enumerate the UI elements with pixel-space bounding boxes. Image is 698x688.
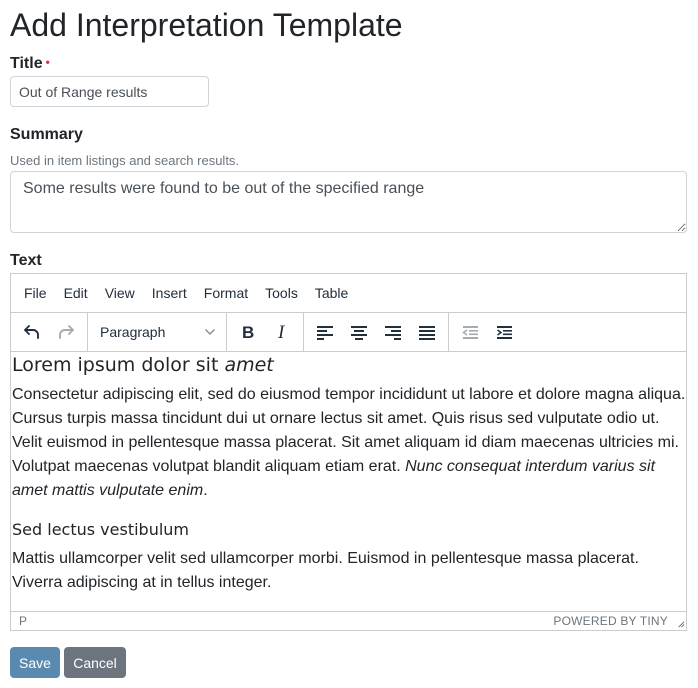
align-justify-icon — [419, 326, 435, 340]
align-left-icon — [317, 326, 333, 340]
redo-button[interactable] — [49, 315, 83, 349]
summary-label: Summary — [10, 126, 83, 143]
menu-view[interactable]: View — [96, 285, 143, 301]
redo-icon — [59, 325, 74, 339]
outdent-button[interactable] — [453, 315, 487, 349]
cancel-button[interactable]: Cancel — [64, 647, 126, 678]
content-paragraph-1-end: . — [203, 482, 208, 499]
element-path[interactable]: P — [19, 614, 27, 628]
svg-text:I: I — [277, 322, 286, 342]
title-label: Title • — [10, 55, 50, 73]
editor-toolbar: Paragraph B I — [11, 313, 686, 352]
menu-file[interactable]: File — [15, 285, 55, 301]
undo-icon — [24, 325, 39, 339]
bold-button[interactable]: B — [231, 315, 265, 349]
block-format-group: Paragraph — [88, 313, 227, 351]
svg-text:B: B — [242, 323, 254, 342]
formatting-group: B I — [227, 313, 304, 351]
align-right-button[interactable] — [376, 315, 410, 349]
align-right-icon — [385, 326, 401, 340]
block-format-select[interactable]: Paragraph — [92, 315, 222, 349]
page-title: Add Interpretation Template — [10, 7, 403, 43]
summary-textarea[interactable]: Some results were found to be out of the… — [10, 171, 687, 233]
undo-button[interactable] — [15, 315, 49, 349]
indent-button[interactable] — [487, 315, 521, 349]
menu-insert[interactable]: Insert — [143, 285, 195, 301]
menu-table[interactable]: Table — [306, 285, 356, 301]
align-justify-button[interactable] — [410, 315, 444, 349]
content-paragraph-1: Consectetur adipiscing elit, sed do eius… — [12, 383, 686, 503]
indent-group — [449, 313, 525, 351]
history-group — [11, 313, 88, 351]
block-format-value: Paragraph — [100, 324, 166, 340]
resize-handle-icon[interactable] — [676, 619, 685, 628]
align-left-button[interactable] — [308, 315, 342, 349]
italic-icon: I — [277, 322, 286, 342]
editor-menubar: File Edit View Insert Format Tools Table — [11, 274, 686, 313]
rich-text-editor: File Edit View Insert Format Tools Table… — [10, 273, 687, 631]
required-marker: • — [45, 55, 50, 69]
content-heading-1-plain: Lorem ipsum dolor sit — [12, 354, 225, 376]
save-button[interactable]: Save — [10, 647, 60, 678]
title-label-text: Title — [10, 55, 43, 72]
menu-format[interactable]: Format — [195, 285, 256, 301]
editor-content[interactable]: Lorem ipsum dolor sit amet Consectetur a… — [11, 352, 686, 611]
chevron-down-icon — [204, 328, 216, 336]
bold-icon: B — [242, 323, 254, 342]
align-center-button[interactable] — [342, 315, 376, 349]
menu-tools[interactable]: Tools — [256, 285, 306, 301]
content-paragraph-2: Mattis ullamcorper velit sed ullamcorper… — [12, 550, 639, 591]
outdent-icon — [462, 326, 478, 339]
text-label: Text — [10, 252, 42, 269]
indent-icon — [497, 326, 512, 339]
title-input[interactable] — [10, 76, 209, 107]
align-center-icon — [351, 326, 367, 340]
italic-button[interactable]: I — [265, 315, 299, 349]
summary-help-text: Used in item listings and search results… — [10, 153, 240, 168]
alignment-group — [304, 313, 449, 351]
content-heading-1-italic: amet — [224, 354, 274, 376]
content-heading-2: Sed lectus vestibulum — [12, 520, 189, 539]
editor-statusbar: P POWERED BY TINY — [11, 611, 686, 629]
menu-edit[interactable]: Edit — [55, 285, 96, 301]
powered-by-link[interactable]: POWERED BY TINY — [553, 614, 668, 628]
content-heading-1: Lorem ipsum dolor sit amet — [12, 353, 686, 377]
